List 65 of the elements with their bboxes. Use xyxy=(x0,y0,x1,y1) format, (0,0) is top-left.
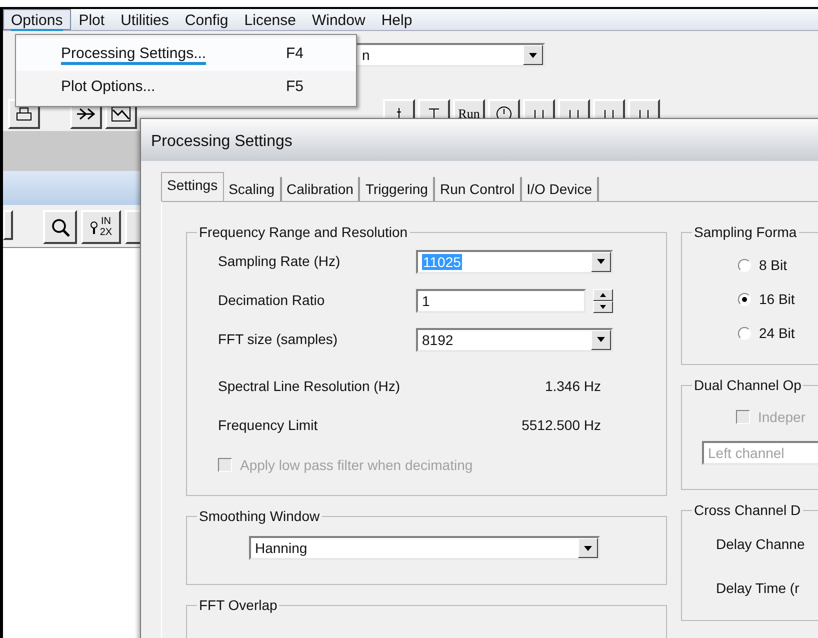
search-button[interactable] xyxy=(43,210,77,244)
radio-button[interactable] xyxy=(738,292,751,306)
menu-item[interactable]: Plot xyxy=(70,9,113,30)
group-title: Frequency Range and Resolution xyxy=(198,224,409,240)
readout-value: 5512.500 Hz xyxy=(522,416,601,435)
group-title: Sampling Forma xyxy=(693,224,798,240)
field-label: FFT size (samples) xyxy=(218,330,339,349)
field-label: Delay Time (r xyxy=(716,578,800,598)
tab[interactable]: I/O Device xyxy=(522,177,600,201)
value-text: 8192 xyxy=(422,332,454,348)
menu-item[interactable]: Processing Settings... F4 xyxy=(16,38,356,70)
smoothing-window-dropdown[interactable]: Hanning xyxy=(249,536,600,560)
group-title: Cross Channel D xyxy=(693,502,802,518)
menu-item[interactable]: License xyxy=(236,9,304,30)
spin-up-button[interactable] xyxy=(593,288,613,300)
radio-button[interactable] xyxy=(738,326,751,340)
dropdown-button[interactable] xyxy=(591,330,611,350)
caret-icon xyxy=(528,52,538,58)
search-icon xyxy=(50,217,70,237)
caret-icon xyxy=(596,336,606,343)
window-title: Processing Settings xyxy=(141,119,818,161)
group-title: Dual Channel Op xyxy=(693,377,802,393)
radio-button[interactable] xyxy=(738,258,751,272)
checkbox-label: Indeper xyxy=(758,408,806,427)
field-label: Sampling Rate (Hz) xyxy=(218,252,342,271)
menu-item[interactable]: Plot Options... F5 xyxy=(16,70,356,103)
group-title: FFT Overlap xyxy=(198,597,278,613)
value-text: Hanning xyxy=(255,540,308,556)
tab[interactable]: Triggering xyxy=(360,177,435,201)
menu-item[interactable]: Utilities xyxy=(112,9,177,30)
chart-icon xyxy=(111,106,131,122)
radio-label: 24 Bit xyxy=(759,324,795,342)
radio-label: 16 Bit xyxy=(759,290,795,308)
caret-icon xyxy=(583,544,593,552)
zoom-in-button[interactable]: IN 2X xyxy=(81,210,121,244)
down-arrow-icon xyxy=(600,304,606,308)
tab[interactable]: Scaling xyxy=(224,177,282,201)
tab[interactable]: Calibration xyxy=(282,177,360,201)
tab[interactable]: Settings xyxy=(161,172,224,201)
tab[interactable]: Run Control xyxy=(434,177,522,201)
up-arrow-icon xyxy=(600,292,606,296)
checkbox-label: Apply low pass filter when decimating xyxy=(240,456,473,475)
menu-item[interactable]: Window xyxy=(304,9,374,30)
field-label: Delay Channe xyxy=(716,534,805,554)
dropdown-button[interactable] xyxy=(591,252,611,272)
decimation-input[interactable]: 1 xyxy=(416,288,586,312)
dropdown-button[interactable] xyxy=(523,45,543,65)
menu-item[interactable]: Options xyxy=(3,9,71,30)
value-text: 11025 xyxy=(422,254,462,270)
radio-label: 8 Bit xyxy=(759,256,788,274)
field-label: Decimation Ratio xyxy=(218,291,326,310)
fft-size-dropdown[interactable]: 8192 xyxy=(416,328,613,352)
menu-item[interactable]: Config xyxy=(176,9,236,30)
readout-value: 1.346 Hz xyxy=(544,377,601,396)
value-text: n xyxy=(362,47,370,63)
readout-label: Frequency Limit xyxy=(218,416,318,435)
printer-icon xyxy=(14,106,34,122)
group-title: Smoothing Window xyxy=(198,508,321,524)
dropdown-button[interactable] xyxy=(578,538,598,558)
readout-label: Spectral Line Resolution (Hz) xyxy=(218,377,400,396)
toolbar-button[interactable] xyxy=(3,210,13,240)
magnifier-icon xyxy=(90,220,98,234)
spin-down-button[interactable] xyxy=(593,300,613,312)
caret-icon xyxy=(596,258,606,265)
menu-item[interactable]: Help xyxy=(373,9,420,30)
